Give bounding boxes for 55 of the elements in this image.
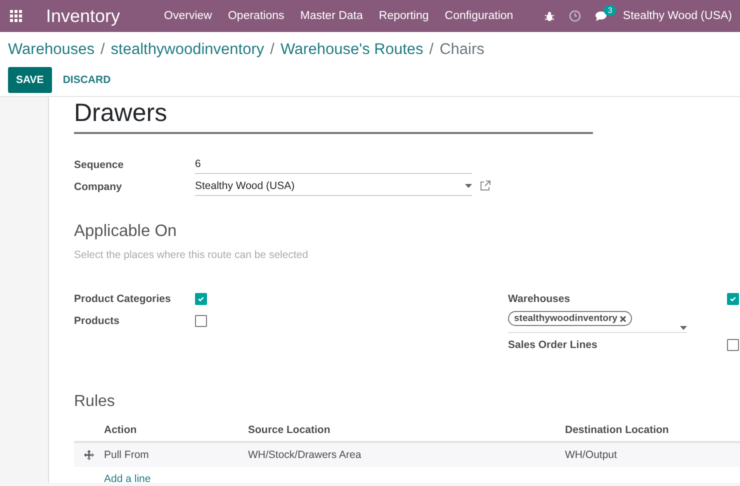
column-header[interactable]: Action — [104, 424, 137, 436]
field-label: Company — [74, 181, 123, 193]
checkbox-label: Warehouses — [508, 293, 570, 305]
checkmark-icon — [197, 295, 205, 303]
checkmark-icon — [729, 295, 737, 303]
dropdown-caret-icon[interactable] — [465, 184, 472, 188]
field-value: Stealthy Wood (USA) — [195, 180, 295, 192]
company-switcher[interactable]: Stealthy Wood (USA) — [622, 10, 732, 22]
section-title: Rules — [74, 393, 116, 411]
chat-icon[interactable] — [594, 10, 609, 22]
discard-button[interactable]: DISCARD — [62, 74, 111, 86]
table-cell: Pull From — [104, 449, 149, 461]
message-count-badge: 3 — [604, 4, 616, 16]
external-link-icon[interactable] — [480, 180, 491, 191]
section-title: Applicable On — [74, 222, 178, 241]
table-cell: WH/Stock/Drawers Area — [248, 449, 362, 461]
clock-icon[interactable] — [568, 10, 581, 22]
breadcrumb-link[interactable]: Warehouses — [8, 41, 94, 59]
app-title[interactable]: Inventory — [46, 6, 120, 26]
route-name-field[interactable]: Drawers — [74, 97, 593, 134]
checkbox[interactable] — [727, 293, 739, 305]
bug-icon[interactable] — [544, 10, 555, 22]
menu-item[interactable]: Operations — [220, 10, 292, 22]
menu-item[interactable]: Overview — [156, 10, 220, 22]
breadcrumb-current: Chairs — [440, 41, 484, 59]
checkbox[interactable] — [727, 339, 739, 351]
checkbox[interactable] — [195, 315, 207, 327]
warehouse-tag[interactable]: stealthywoodinventory — [508, 311, 632, 326]
save-button[interactable]: SAVE — [8, 67, 52, 93]
field-label: Sequence — [74, 159, 125, 171]
breadcrumb-link[interactable]: Warehouse's Routes — [280, 41, 424, 59]
input-field[interactable]: Stealthy Wood (USA) — [195, 178, 472, 196]
field-value: 6 — [195, 158, 201, 170]
column-header[interactable]: Source Location — [248, 424, 330, 436]
menu-item[interactable]: Master Data — [292, 10, 371, 22]
remove-icon[interactable] — [620, 316, 626, 322]
menu-item[interactable]: Configuration — [436, 10, 522, 22]
breadcrumb-separator: / — [270, 41, 274, 59]
checkbox-label: Sales Order Lines — [508, 339, 598, 351]
input-field[interactable]: 6 — [195, 156, 472, 174]
menu-item[interactable]: Reporting — [370, 10, 437, 22]
dropdown-caret-icon[interactable] — [680, 326, 687, 330]
apps-menu-icon[interactable] — [10, 10, 22, 22]
tags-field[interactable]: stealthywoodinventory — [508, 311, 687, 333]
breadcrumb-separator: / — [100, 41, 105, 59]
column-header[interactable]: Destination Location — [565, 424, 669, 436]
checkbox[interactable] — [195, 293, 207, 305]
table-cell: WH/Output — [565, 449, 617, 461]
add-line-link[interactable]: Add a line — [104, 473, 151, 483]
breadcrumb-link[interactable]: stealthywoodinventory — [110, 41, 264, 59]
section-hint: Select the places where this route can be selected — [74, 249, 310, 261]
checkbox-label: Product Categories — [74, 293, 172, 307]
breadcrumb-separator: / — [429, 41, 434, 59]
drag-handle-icon[interactable] — [84, 450, 94, 460]
checkbox-label: Products — [74, 315, 121, 329]
